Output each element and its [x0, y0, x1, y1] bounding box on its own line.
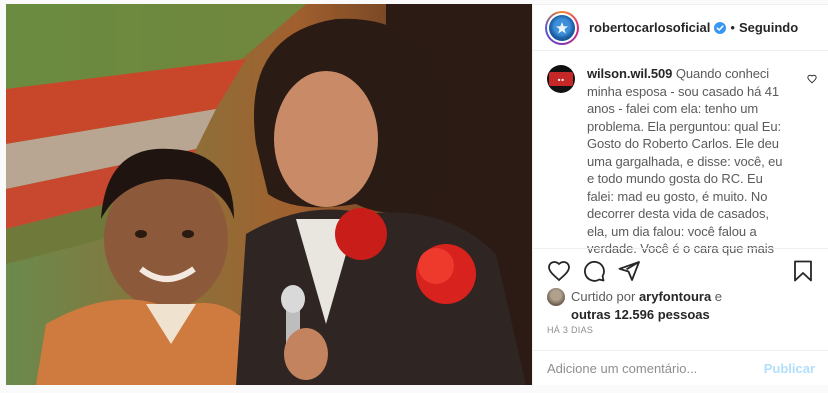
likes-count[interactable]: outras 12.596 pessoas [571, 307, 710, 322]
likes-prefix: Curtido por [571, 289, 636, 304]
post-actions [533, 248, 828, 288]
author-avatar[interactable] [545, 10, 579, 45]
likes-conjunction: e [714, 289, 723, 304]
photo-illustration [6, 4, 532, 385]
commenter-username[interactable]: wilson.wil.509 [587, 66, 672, 81]
liker-username[interactable]: aryfontoura [639, 289, 711, 304]
like-icon[interactable] [547, 259, 571, 283]
post-viewer: robertocarlosoficial • Seguindo ■ ■ wils… [0, 0, 828, 393]
header-separator: • [730, 20, 735, 35]
post-photo[interactable] [6, 4, 532, 385]
comment-icon[interactable] [582, 259, 606, 283]
following-button[interactable]: Seguindo [739, 20, 798, 35]
post-side-panel: robertocarlosoficial • Seguindo ■ ■ wils… [532, 4, 828, 385]
post-header: robertocarlosoficial • Seguindo [533, 5, 828, 51]
commenter-avatar[interactable]: ■ ■ [547, 65, 575, 93]
comment-input[interactable] [547, 361, 764, 376]
comment-heart-icon[interactable] [807, 74, 817, 84]
comment-item: ■ ■ wilson.wil.509 Quando conheci minha … [547, 65, 817, 258]
comment-body: wilson.wil.509 Quando conheci minha espo… [587, 65, 783, 258]
likes-text: Curtido por aryfontoura e outras 12.596 … [571, 288, 722, 324]
save-icon[interactable] [791, 259, 815, 283]
publish-button[interactable]: Publicar [764, 361, 815, 376]
liker-avatar[interactable] [547, 288, 565, 306]
comment-text: Quando conheci minha esposa - sou casado… [587, 66, 783, 256]
add-comment-bar: Publicar [533, 350, 828, 386]
verified-icon [714, 21, 727, 34]
share-icon[interactable] [617, 259, 641, 283]
author-username[interactable]: robertocarlosoficial [589, 20, 710, 35]
likes-summary: Curtido por aryfontoura e outras 12.596 … [547, 288, 819, 324]
post-timestamp[interactable]: HÁ 3 DIAS [547, 325, 593, 335]
avatar-logo-icon [556, 21, 568, 33]
commenter-avatar-badge: ■ ■ [558, 76, 564, 82]
